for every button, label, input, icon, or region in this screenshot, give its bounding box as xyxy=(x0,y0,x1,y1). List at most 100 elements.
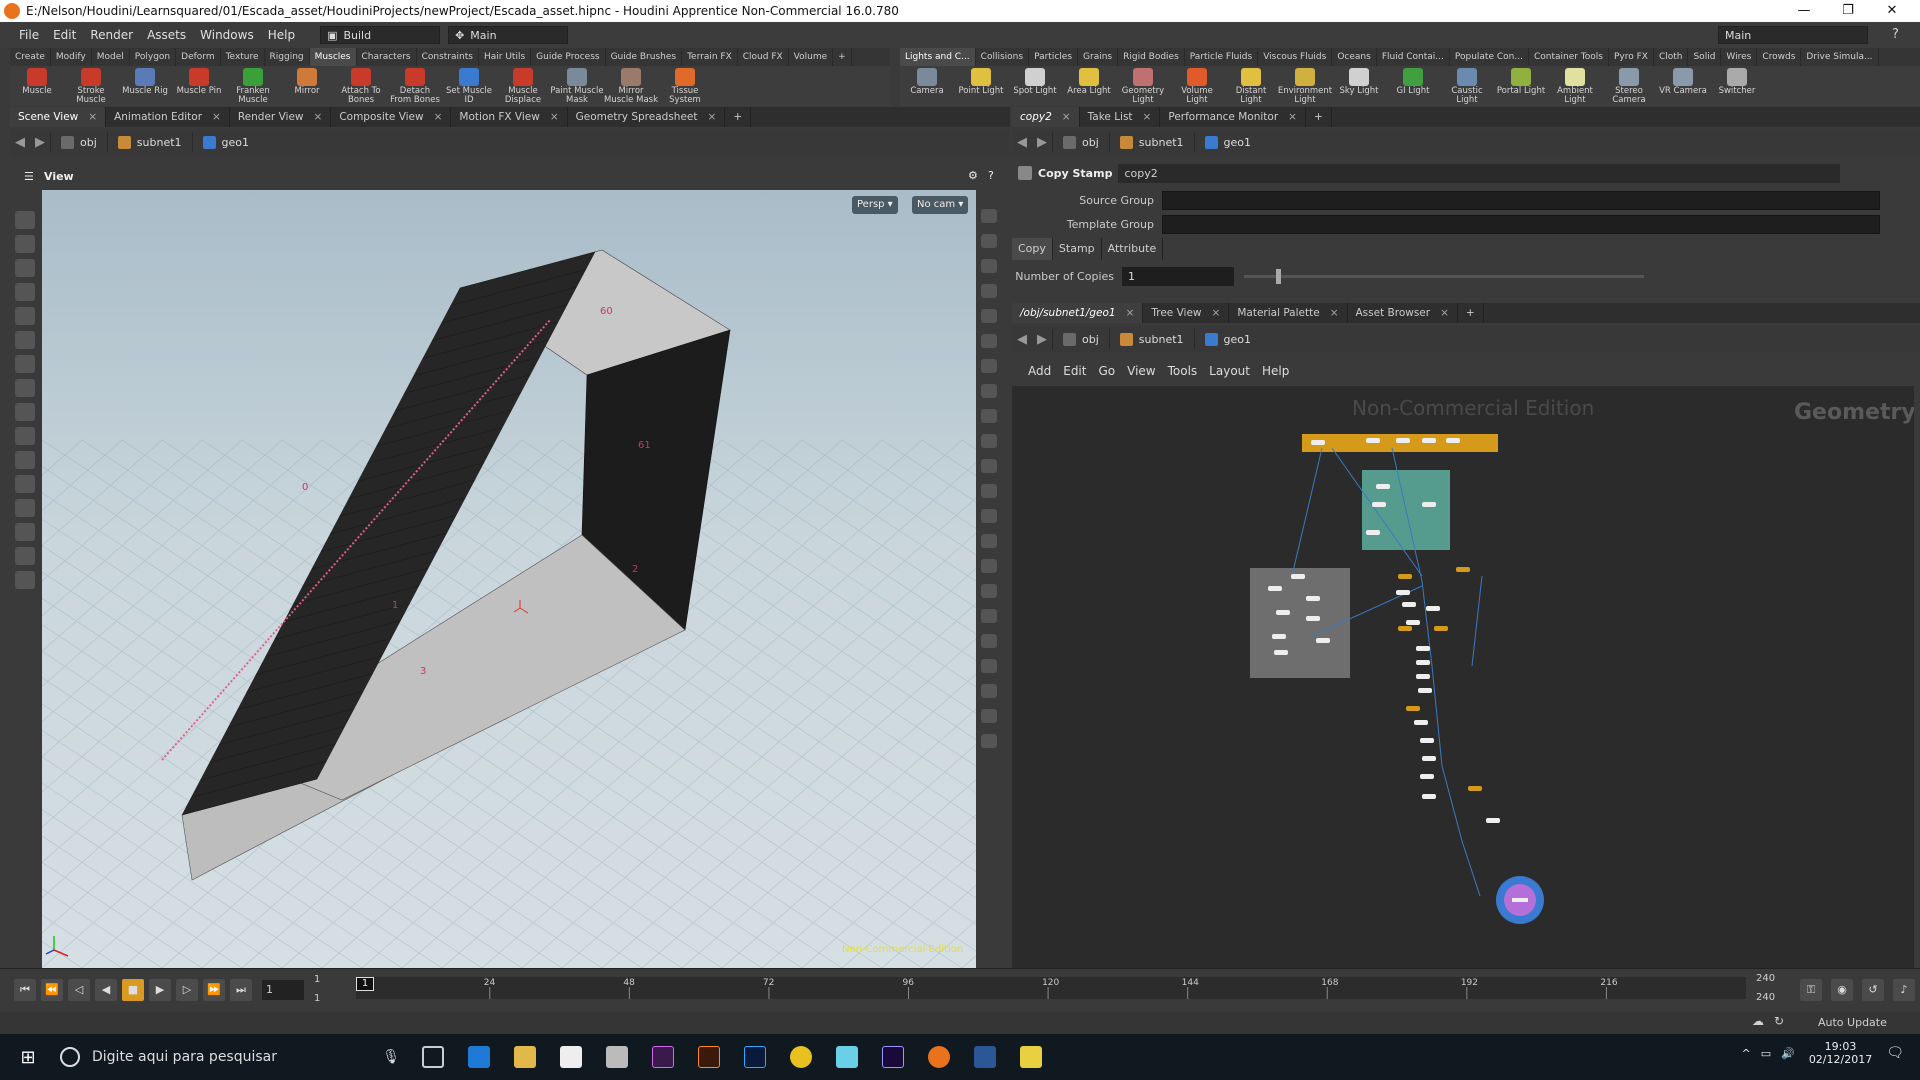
auto-update-dropdown[interactable]: Auto Update xyxy=(1818,1016,1887,1029)
sop-node[interactable] xyxy=(1376,484,1390,489)
display-option-icon[interactable] xyxy=(981,334,997,348)
view-help-icon[interactable]: ? xyxy=(988,169,994,182)
shelf-tool-right-6[interactable]: Distant Light xyxy=(1224,66,1278,106)
end-frame-field[interactable]: 240 xyxy=(1756,973,1775,984)
step-forward-icon[interactable]: ▷ xyxy=(176,979,198,1001)
sop-node[interactable] xyxy=(1398,626,1412,631)
sop-node[interactable] xyxy=(1420,774,1434,779)
photoshop-icon[interactable] xyxy=(744,1046,766,1068)
notifications-icon[interactable]: 🗨 xyxy=(1886,1045,1904,1061)
viewport-tool-icon[interactable] xyxy=(15,235,35,253)
sop-node[interactable] xyxy=(1306,596,1320,601)
sop-node[interactable] xyxy=(1486,818,1500,823)
word-icon[interactable] xyxy=(974,1046,996,1068)
start-frame-field-2[interactable]: 1 xyxy=(314,993,320,1004)
shelf-tab-polygon[interactable]: Polygon xyxy=(130,48,177,66)
chrome-icon[interactable] xyxy=(790,1046,812,1068)
display-option-icon[interactable] xyxy=(981,684,997,698)
after-effects-icon[interactable] xyxy=(882,1046,904,1068)
shelf-tool-right-9[interactable]: GI Light xyxy=(1386,66,1440,106)
desktop-dropdown[interactable]: ▣ Build xyxy=(320,26,441,44)
current-frame-field[interactable]: 1 xyxy=(262,980,304,1000)
viewport-tool-icon[interactable] xyxy=(15,379,35,397)
display-option-icon[interactable] xyxy=(981,709,997,723)
maximize-button[interactable]: ❐ xyxy=(1826,0,1870,22)
network-box-gray[interactable] xyxy=(1250,568,1350,678)
shelf-tab-guide-process[interactable]: Guide Process xyxy=(531,48,606,66)
network-editor[interactable]: Non-Commercial Edition Geometry xyxy=(1012,386,1914,968)
forward-arrow-icon[interactable]: ▶ xyxy=(1032,332,1052,347)
breadcrumb-geo[interactable]: geo1 xyxy=(1193,329,1261,349)
display-option-icon[interactable] xyxy=(981,434,997,448)
shelf-tool-right-12[interactable]: Ambient Light xyxy=(1548,66,1602,106)
display-option-icon[interactable] xyxy=(981,359,997,373)
tab-composite-view[interactable]: Composite View × xyxy=(331,107,452,127)
viewport-tool-icon[interactable] xyxy=(15,307,35,325)
sop-node[interactable] xyxy=(1456,567,1470,572)
tray-arrow-icon[interactable]: ^ xyxy=(1741,1047,1750,1060)
illustrator-icon[interactable] xyxy=(698,1046,720,1068)
shelf-tool-left-12[interactable]: Tissue System xyxy=(658,66,712,106)
shelf-tool-left-0[interactable]: Muscle xyxy=(10,66,64,106)
viewport-tool-icon[interactable] xyxy=(15,211,35,229)
breadcrumb-subnet[interactable]: subnet1 xyxy=(106,132,192,152)
sop-node[interactable] xyxy=(1414,720,1428,725)
store-icon[interactable] xyxy=(560,1046,582,1068)
display-option-icon[interactable] xyxy=(981,609,997,623)
viewport-tool-icon[interactable] xyxy=(15,451,35,469)
tab-render-view[interactable]: Render View × xyxy=(230,107,332,127)
shelf-tab-viscous-fluids[interactable]: Viscous Fluids xyxy=(1258,48,1333,66)
premiere-icon[interactable] xyxy=(652,1046,674,1068)
task-view-icon[interactable] xyxy=(422,1046,444,1068)
timeline-track[interactable]: 24 48 72 96 120 144 168 192 216 1 xyxy=(356,977,1746,999)
tab-asset-browser[interactable]: Asset Browser × xyxy=(1348,303,1458,323)
display-option-icon[interactable] xyxy=(981,409,997,423)
add-tab-icon[interactable]: + xyxy=(1458,303,1484,323)
menu-file[interactable]: File xyxy=(12,28,46,42)
display-option-icon[interactable] xyxy=(981,584,997,598)
realtime-icon[interactable]: ◉ xyxy=(1831,979,1853,1001)
forward-arrow-icon[interactable]: ▶ xyxy=(1032,135,1052,150)
net-menu-tools[interactable]: Tools xyxy=(1162,364,1204,378)
shelf-tool-right-15[interactable]: Switcher xyxy=(1710,66,1764,106)
sop-node[interactable] xyxy=(1396,438,1410,443)
sop-node[interactable] xyxy=(1422,438,1436,443)
shelf-tab-oceans[interactable]: Oceans xyxy=(1332,48,1377,66)
shelf-tool-right-11[interactable]: Portal Light xyxy=(1494,66,1548,106)
shelf-tab-rigging[interactable]: Rigging xyxy=(265,48,310,66)
display-option-icon[interactable] xyxy=(981,659,997,673)
display-option-icon[interactable] xyxy=(981,484,997,498)
sop-node[interactable] xyxy=(1420,738,1434,743)
display-option-icon[interactable] xyxy=(981,309,997,323)
shelf-tool-right-4[interactable]: Geometry Light xyxy=(1116,66,1170,106)
viewport-tool-icon[interactable] xyxy=(15,427,35,445)
sop-node[interactable] xyxy=(1306,616,1320,621)
view-menu-icon[interactable]: ☰ xyxy=(24,170,34,183)
viewport-tool-icon[interactable] xyxy=(15,523,35,541)
viewport-tool-icon[interactable] xyxy=(15,571,35,589)
shelf-tool-left-7[interactable]: Detach From Bones xyxy=(388,66,442,106)
breadcrumb-subnet[interactable]: subnet1 xyxy=(1108,132,1194,152)
display-option-icon[interactable] xyxy=(981,284,997,298)
add-tab-icon[interactable]: + xyxy=(725,107,752,127)
template-group-field[interactable] xyxy=(1162,214,1880,234)
shelf-tab-particle-fluids[interactable]: Particle Fluids xyxy=(1185,48,1259,66)
sop-node[interactable] xyxy=(1416,660,1430,665)
sop-node[interactable] xyxy=(1396,590,1410,595)
display-option-icon[interactable] xyxy=(981,384,997,398)
shelf-tab-characters[interactable]: Characters xyxy=(357,48,417,66)
sop-node[interactable] xyxy=(1426,606,1440,611)
shelf-tab-guide-brushes[interactable]: Guide Brushes xyxy=(606,48,683,66)
tab-attribute[interactable]: Attribute xyxy=(1102,238,1164,260)
breadcrumb-subnet[interactable]: subnet1 xyxy=(1108,329,1194,349)
shelf-tab-particles[interactable]: Particles xyxy=(1029,48,1079,66)
sop-node[interactable] xyxy=(1276,610,1290,615)
shelf-tab-wires[interactable]: Wires xyxy=(1721,48,1758,66)
shelf-tool-right-10[interactable]: Caustic Light xyxy=(1440,66,1494,106)
step-back-key-icon[interactable]: ⏪ xyxy=(41,979,63,1001)
shelf-tool-right-7[interactable]: Environment Light xyxy=(1278,66,1332,106)
back-arrow-icon[interactable]: ◀ xyxy=(1012,135,1032,150)
shelf-tab-model[interactable]: Model xyxy=(92,48,130,66)
network-tray-icon[interactable]: ▭ xyxy=(1761,1047,1771,1060)
shelf-tool-left-5[interactable]: Mirror xyxy=(280,66,334,106)
